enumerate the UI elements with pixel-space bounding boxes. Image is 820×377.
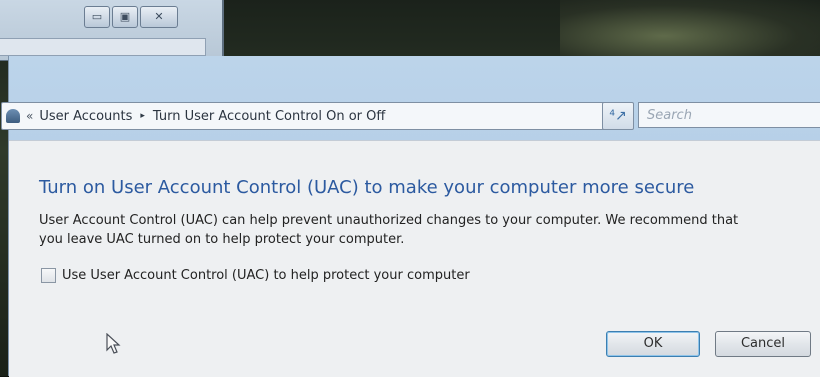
desktop-glow [560,0,820,60]
description-line: you leave UAC turned on to help protect … [39,232,405,247]
minimize-button[interactable]: ▭ [84,6,110,28]
uac-option[interactable]: Use User Account Control (UAC) to help p… [41,268,470,283]
background-window-caption-buttons: ▭ ▣ ✕ [84,6,178,28]
address-bar[interactable]: « User Accounts ▸ Turn User Account Cont… [1,102,629,130]
mouse-cursor-icon [106,333,121,354]
uac-checkbox-label[interactable]: Use User Account Control (UAC) to help p… [62,268,470,283]
background-window[interactable]: ▭ ▣ ✕ [0,0,224,61]
maximize-button[interactable]: ▣ [112,6,138,28]
breadcrumb-turn-uac[interactable]: Turn User Account Control On or Off [153,109,385,124]
refresh-button[interactable]: ⁴↗ [602,102,634,130]
uac-settings-window: « User Accounts ▸ Turn User Account Cont… [1,56,820,377]
background-window-bar [0,38,206,56]
cancel-button[interactable]: Cancel [715,331,811,357]
breadcrumb-arrow-icon[interactable]: ▸ [140,111,145,121]
dialog-footer: OK Cancel [9,319,820,377]
back-chevron-icon[interactable]: « [26,109,33,123]
ok-button[interactable]: OK [606,331,700,357]
uac-checkbox[interactable] [41,268,56,283]
breadcrumb-user-accounts[interactable]: User Accounts [39,109,132,124]
search-input[interactable]: Search [638,102,820,128]
page-title: Turn on User Account Control (UAC) to ma… [39,177,695,198]
description-line: User Account Control (UAC) can help prev… [39,213,739,228]
address-row: « User Accounts ▸ Turn User Account Cont… [1,100,820,132]
refresh-icon: ⁴↗ [609,108,627,124]
user-accounts-icon [6,109,20,123]
description: User Account Control (UAC) can help prev… [39,211,819,249]
content-pane: Turn on User Account Control (UAC) to ma… [9,140,820,377]
close-button[interactable]: ✕ [140,6,178,28]
